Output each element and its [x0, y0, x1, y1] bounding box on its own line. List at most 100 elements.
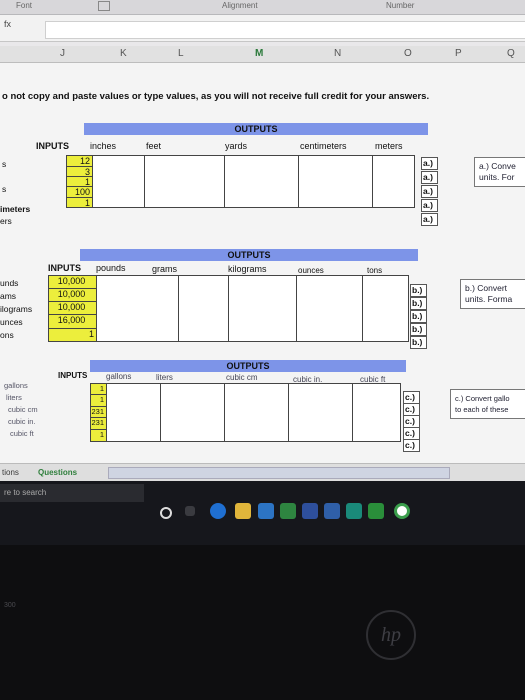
chrome-icon[interactable]: [394, 503, 410, 519]
sheet-tab-questions[interactable]: Questions: [38, 468, 77, 477]
edge-icon[interactable]: [210, 503, 226, 519]
note-line: units. For: [479, 172, 515, 182]
section-b-header-kilograms: kilograms: [228, 264, 267, 274]
formula-bar: fx: [0, 15, 525, 42]
output-cell[interactable]: [289, 384, 353, 442]
input-cell[interactable]: 231: [91, 407, 107, 418]
answer-letter: b.): [410, 323, 427, 336]
input-cell[interactable]: 1: [67, 177, 93, 187]
taskbar-search[interactable]: re to search: [0, 484, 144, 502]
word-icon[interactable]: [302, 503, 318, 519]
output-cell[interactable]: [297, 276, 363, 342]
task-view-icon[interactable]: [185, 506, 195, 516]
col-header-q[interactable]: Q: [507, 48, 515, 59]
answer-letter: b.): [410, 297, 427, 310]
instruction-note-a: a.) Conve units. For: [474, 157, 525, 187]
sheet-tabs: tions Questions: [0, 463, 525, 482]
input-cell[interactable]: 10,000: [49, 276, 97, 289]
instruction-text: o not copy and paste values or type valu…: [2, 91, 430, 102]
input-cell[interactable]: 10,000: [49, 289, 97, 302]
answer-letter: a.): [421, 185, 438, 198]
note-line: b.) Convert: [465, 283, 508, 293]
section-a-table: 12 3 1 100 1: [66, 155, 415, 208]
section-b-header-grams: grams: [152, 264, 178, 274]
col-header-o[interactable]: O: [404, 48, 412, 59]
input-cell[interactable]: 16,000: [49, 315, 97, 329]
row-label: cubic ft: [10, 429, 34, 438]
row-label: s: [2, 184, 7, 194]
row-label: s: [2, 159, 7, 169]
answer-letter: a.): [421, 157, 438, 170]
cortana-icon[interactable]: [160, 507, 172, 519]
section-b-header-pounds: pounds: [96, 263, 126, 273]
hp-logo: hp: [366, 610, 416, 660]
output-cell[interactable]: [97, 276, 179, 342]
section-c-inputs-label: INPUTS: [58, 371, 88, 380]
row-label: ams: [0, 291, 17, 301]
col-header-k[interactable]: K: [120, 48, 127, 59]
output-cell[interactable]: [179, 276, 229, 342]
section-c-outputs-header: OUTPUTS: [90, 360, 406, 372]
section-a-inputs-label: INPUTS: [36, 141, 70, 151]
laptop-bezel: [0, 545, 525, 700]
output-cell[interactable]: [145, 156, 225, 208]
sheet-tab[interactable]: tions: [2, 468, 19, 477]
app-icon[interactable]: [324, 503, 340, 519]
output-cell[interactable]: [161, 384, 225, 442]
answer-letter: c.): [403, 439, 420, 452]
ribbon-number-label[interactable]: Number: [386, 1, 414, 10]
dialog-launcher-icon[interactable]: [98, 1, 110, 11]
section-a-header-yards: yards: [225, 141, 248, 151]
output-cell[interactable]: [225, 156, 299, 208]
input-cell[interactable]: 1: [91, 430, 107, 442]
input-cell[interactable]: 1: [49, 329, 97, 342]
output-cell[interactable]: [107, 384, 161, 442]
output-cell[interactable]: [229, 276, 297, 342]
output-cell[interactable]: [93, 156, 145, 208]
note-line: units. Forma: [465, 294, 513, 304]
section-c-table: 1 1 231 231 1: [90, 383, 401, 442]
answer-letter: a.): [421, 199, 438, 212]
output-cell[interactable]: [373, 156, 415, 208]
note-line: a.) Conve: [479, 161, 516, 171]
col-header-l[interactable]: L: [178, 48, 184, 59]
store-icon[interactable]: [258, 503, 274, 519]
input-cell[interactable]: 1: [67, 198, 93, 208]
worksheet-grid[interactable]: o not copy and paste values or type valu…: [0, 63, 525, 463]
col-header-m[interactable]: M: [255, 48, 263, 59]
section-b-header-ounces: ounces: [298, 266, 324, 275]
output-cell[interactable]: [299, 156, 373, 208]
output-cell[interactable]: [353, 384, 401, 442]
excel-icon[interactable]: [368, 503, 384, 519]
section-a-header-inches: inches: [90, 141, 117, 151]
output-cell[interactable]: [225, 384, 289, 442]
ribbon-alignment-label[interactable]: Alignment: [222, 1, 258, 10]
output-cell[interactable]: [363, 276, 409, 342]
section-a-header-feet: feet: [146, 141, 162, 151]
answer-letter: a.): [421, 171, 438, 184]
laptop-screen: Font Alignment Number fx J K L M N O P Q…: [0, 0, 525, 545]
horizontal-scrollbar[interactable]: [108, 467, 450, 479]
ribbon-font-label[interactable]: Font: [16, 1, 32, 10]
row-label: gallons: [4, 381, 28, 390]
input-cell[interactable]: 231: [91, 418, 107, 430]
col-header-n[interactable]: N: [334, 48, 341, 59]
input-cell[interactable]: 1: [91, 395, 107, 407]
col-header-j[interactable]: J: [60, 48, 65, 59]
section-c-header-gallons: gallons: [106, 372, 132, 381]
row-label: ons: [0, 330, 14, 340]
input-cell[interactable]: 3: [67, 167, 93, 177]
input-cell[interactable]: 100: [67, 187, 93, 198]
input-cell[interactable]: 10,000: [49, 302, 97, 315]
input-cell[interactable]: 12: [67, 156, 93, 167]
file-explorer-icon[interactable]: [235, 503, 251, 519]
input-cell[interactable]: 1: [91, 384, 107, 395]
row-label: imeters: [0, 204, 31, 214]
formula-input[interactable]: [45, 21, 525, 39]
row-label: unds: [0, 278, 19, 288]
app-icon[interactable]: [346, 503, 362, 519]
col-header-p[interactable]: P: [455, 48, 462, 59]
excel-icon[interactable]: [280, 503, 296, 519]
answer-letter: b.): [410, 284, 427, 297]
fx-icon[interactable]: fx: [4, 19, 11, 29]
